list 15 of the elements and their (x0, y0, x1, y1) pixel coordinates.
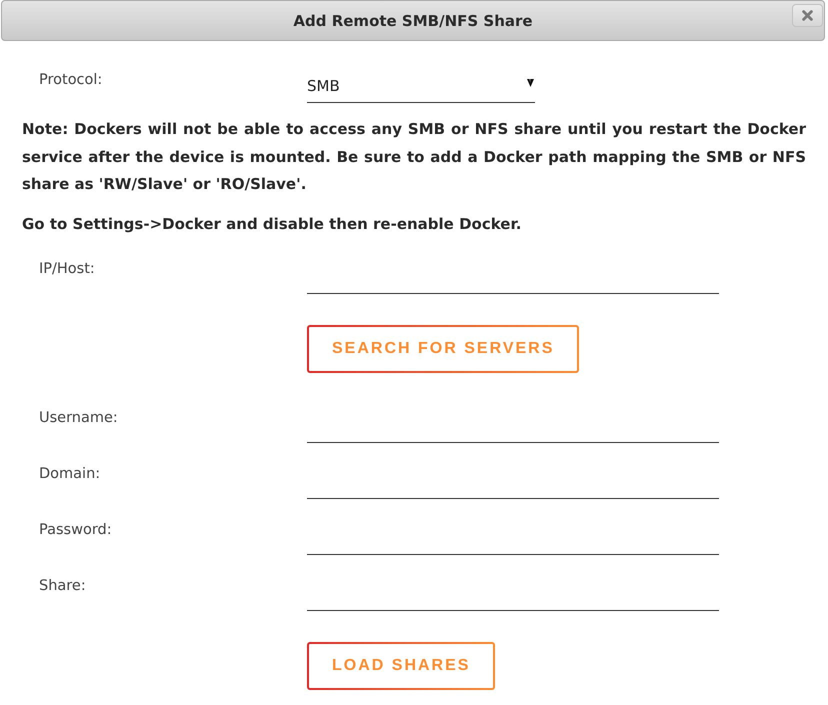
field-label: Username: (39, 409, 119, 428)
field-label: Password: (39, 521, 113, 540)
instruction-text: Go to Settings->Docker and disable then re-enable Docker. (22, 214, 522, 234)
note-text: Note: Dockers will not be able to access any SMB or NFS share until you restart the Docker service after the device is mounted. Be sure to add a Docker path mapping the SMB or NFS share as 'RW/Slave' or 'RO/Slave'. (22, 119, 806, 195)
action-button[interactable]: LOAD SHARES (307, 642, 496, 690)
field-label: Domain: (39, 465, 102, 484)
protocol-select[interactable]: SMB (307, 66, 535, 103)
field-label: IP/Host: (39, 260, 96, 279)
field-label: Share: (39, 577, 87, 596)
close-button[interactable] (792, 4, 823, 27)
close-icon (802, 10, 813, 21)
caret-icon (527, 78, 534, 86)
action-button[interactable]: SEARCH FOR SERVERS (307, 325, 580, 373)
dialog-title: Add Remote SMB/NFS Share (293, 12, 533, 30)
field-label: Protocol: (39, 71, 104, 90)
